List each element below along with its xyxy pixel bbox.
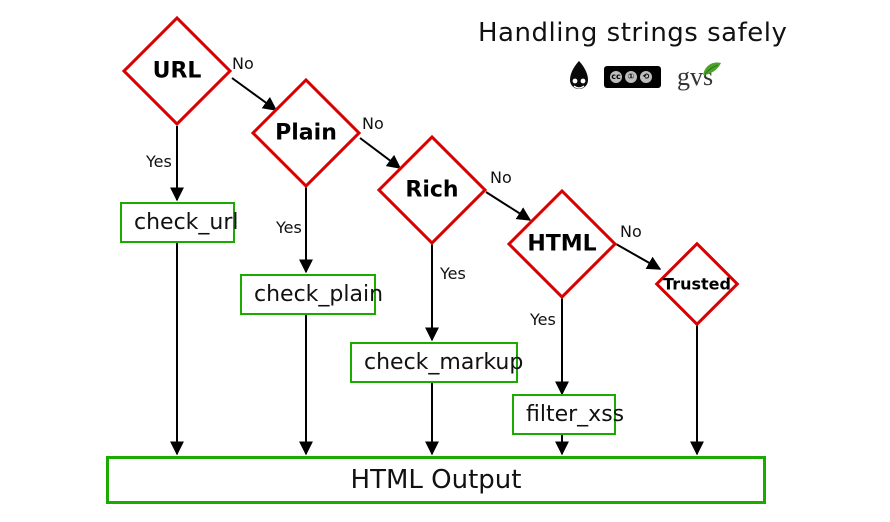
edge-url-no: No [232, 54, 254, 73]
edge-rich-no: No [490, 168, 512, 187]
process-check-markup: check_markup [350, 342, 518, 383]
decision-rich: Rich [393, 151, 471, 229]
process-check-plain: check_plain [240, 274, 376, 315]
edge-url-yes: Yes [146, 152, 172, 171]
decision-plain: Plain [267, 94, 345, 172]
edge-plain-no: No [362, 114, 384, 133]
attribution-logos: cc①⟲ gvs [564, 60, 713, 94]
decision-url: URL [138, 32, 216, 110]
diagram-canvas: Handling strings safely cc①⟲ gvs [0, 0, 890, 522]
decision-trusted-label: Trusted [663, 275, 731, 294]
decision-html-label: HTML [527, 232, 596, 257]
decision-url-label: URL [153, 59, 202, 84]
process-check-url: check_url [120, 202, 235, 243]
process-filter-xss: filter_xss [512, 394, 616, 435]
decision-html: HTML [523, 205, 601, 283]
terminal-output-label: HTML Output [351, 465, 522, 495]
drupal-icon [564, 60, 594, 94]
decision-rich-label: Rich [405, 178, 458, 203]
decision-trusted: Trusted [667, 254, 727, 314]
cc-license-badge: cc①⟲ [604, 66, 661, 88]
edge-plain-yes: Yes [276, 218, 302, 237]
edge-html-yes: Yes [530, 310, 556, 329]
terminal-output: HTML Output [106, 456, 766, 504]
gvs-logo: gvs [671, 62, 713, 92]
edge-html-no: No [620, 222, 642, 241]
edge-rich-yes: Yes [440, 264, 466, 283]
decision-plain-label: Plain [275, 121, 337, 146]
leaf-icon [703, 52, 721, 66]
diagram-title: Handling strings safely [478, 18, 787, 48]
